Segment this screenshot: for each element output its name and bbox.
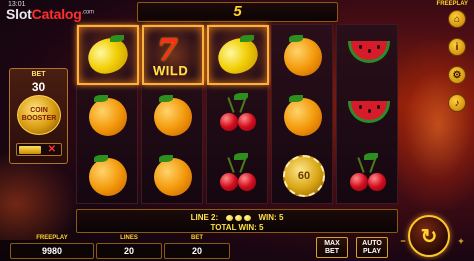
wild-label: WILD — [153, 63, 189, 78]
coin-booster-toggle[interactable]: ✕ — [16, 143, 62, 156]
home-button[interactable]: ⌂ — [448, 10, 466, 28]
logo-text-suffix: .com — [81, 9, 94, 16]
booster-bet-label: BET — [31, 71, 46, 78]
info-icon: i — [455, 41, 459, 53]
max-bet-button[interactable]: MAX BET — [316, 237, 348, 258]
home-icon: ⌂ — [453, 13, 461, 25]
sound-button[interactable]: ♪ — [448, 94, 466, 112]
coin-booster-badge: COIN BOOSTER — [17, 95, 61, 135]
bet-minus-button[interactable]: − — [398, 236, 408, 246]
symbol-cherry — [337, 145, 399, 205]
booster-bet-value: 30 — [31, 80, 46, 94]
booster-line1: COIN — [30, 107, 48, 114]
mode-label: FREEPLAY — [436, 1, 468, 7]
lemon-icon — [234, 214, 242, 221]
freeplay-label: FREEPLAY — [36, 235, 68, 241]
win-display: 5 — [137, 2, 338, 22]
reel-2: 7 WILD — [141, 24, 204, 205]
site-logo: SlotCatalog.com — [6, 6, 94, 22]
lemon-icon — [243, 214, 251, 221]
lines-value[interactable]: 20 — [96, 243, 162, 259]
symbol-lemon — [207, 25, 269, 85]
booster-line2: BOOSTER — [21, 115, 57, 122]
symbol-orange — [77, 85, 139, 145]
win-line-info: LINE 2: WIN: 5 — [77, 213, 397, 222]
reel-1 — [76, 24, 139, 205]
close-icon: ✕ — [47, 144, 56, 155]
symbol-cherry — [207, 145, 269, 205]
spin-icon: ↻ — [420, 225, 438, 248]
bet-display: BET 20 — [164, 234, 230, 261]
coin-booster-panel: BET 30 COIN BOOSTER ✕ — [9, 68, 68, 164]
symbol-watermelon — [337, 25, 399, 85]
symbol-cherry — [207, 85, 269, 145]
speaker-icon: ♪ — [454, 97, 460, 109]
freeplay-value: 9980 — [10, 243, 94, 259]
bet-plus-button[interactable]: + — [456, 236, 466, 246]
reel-5 — [336, 24, 398, 204]
symbol-orange — [272, 25, 334, 85]
lines-label: LINES — [120, 235, 138, 241]
line-label: LINE 2: — [190, 213, 219, 222]
symbol-watermelon — [337, 85, 399, 145]
auto-play-line2: PLAY — [362, 248, 382, 255]
win-line-bar: LINE 2: WIN: 5 TOTAL WIN: 5 — [76, 209, 398, 233]
spin-button[interactable]: ↻ — [408, 215, 450, 257]
max-bet-line2: BET — [325, 248, 339, 255]
symbol-orange — [142, 145, 204, 205]
symbol-seven-wild: 7 WILD — [142, 25, 204, 85]
symbol-coin: 60 — [272, 145, 334, 205]
gear-icon: ⚙ — [452, 69, 462, 81]
reel-3 — [206, 24, 269, 205]
freeplay-balance: FREEPLAY 9980 — [10, 234, 94, 261]
auto-play-line1: AUTO — [362, 240, 382, 247]
reel-area: 7 WILD 60 — [76, 24, 398, 204]
symbol-lemon — [77, 25, 139, 85]
bet-label: BET — [191, 235, 203, 241]
symbol-orange — [77, 145, 139, 205]
settings-button[interactable]: ⚙ — [448, 66, 466, 84]
max-bet-line1: MAX — [324, 240, 340, 247]
toggle-knob — [19, 146, 41, 154]
info-button[interactable]: i — [448, 38, 466, 56]
line-win-label: WIN: 5 — [258, 213, 284, 222]
symbol-orange — [272, 85, 334, 145]
symbol-orange — [142, 85, 204, 145]
coin-value: 60 — [283, 155, 325, 197]
logo-text-catalog: Catalog — [31, 6, 82, 22]
lemon-icon — [225, 214, 233, 221]
total-win: TOTAL WIN: 5 — [210, 223, 264, 232]
reel-4: 60 — [271, 24, 333, 204]
logo-text-slot: Slot — [6, 6, 32, 22]
auto-play-button[interactable]: AUTO PLAY — [356, 237, 388, 258]
lines-display: LINES 20 — [96, 234, 162, 261]
bet-value[interactable]: 20 — [164, 243, 230, 259]
